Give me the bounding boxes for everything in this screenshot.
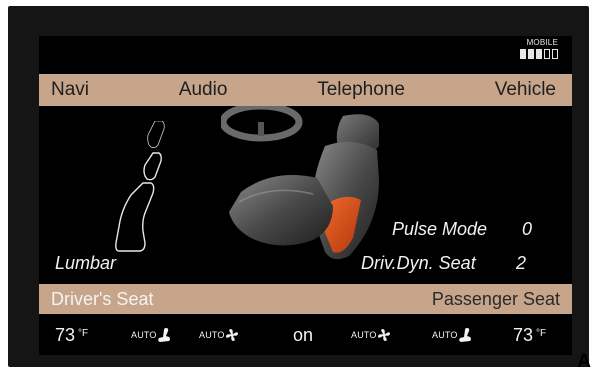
left-temp-value: 73 xyxy=(55,324,76,345)
lumbar-label: Lumbar xyxy=(55,253,117,273)
seat-heat-icon xyxy=(157,328,170,342)
signal-bar-1 xyxy=(520,49,526,59)
right-fan-auto[interactable]: AUTO xyxy=(351,328,391,342)
main-menu-bar: Navi Audio Telephone Vehicle xyxy=(39,74,572,106)
right-temperature[interactable]: 73 °F xyxy=(513,325,546,346)
pulse-mode-value: 0 xyxy=(522,219,533,239)
figure-label: A xyxy=(577,351,591,372)
left-seat-heat-auto[interactable]: AUTO xyxy=(131,327,171,343)
passenger-seat-tab[interactable]: Passenger Seat xyxy=(432,289,560,310)
signal-bar-3 xyxy=(536,49,542,59)
pulse-mode-label: Pulse Mode xyxy=(392,219,488,239)
drivers-seat-tab[interactable]: Driver's Seat xyxy=(51,289,153,310)
mobile-signal-indicator: MOBILE xyxy=(502,38,558,59)
signal-bars xyxy=(502,49,558,59)
seat-heat-icon xyxy=(458,328,471,342)
seat-render-icon xyxy=(221,106,379,260)
seat-visualization: Lumbar Pulse Mode 0 Driv.Dyn. Seat 2 xyxy=(39,106,572,284)
fan-icon xyxy=(225,329,238,341)
climate-bar: 73 °F AUTO AUTO on AUTO AUTO 73 °F xyxy=(39,318,572,352)
right-temp-unit: °F xyxy=(536,327,547,339)
left-temp-unit: °F xyxy=(78,327,89,339)
right-seat-auto-label: AUTO xyxy=(432,330,458,340)
climate-on-text: on xyxy=(293,324,314,345)
driv-dyn-seat-value: 2 xyxy=(516,253,527,273)
right-seat-heat-auto[interactable]: AUTO xyxy=(432,327,472,343)
display-screen: MOBILE Navi Audio Telephone Vehicle Lumb… xyxy=(39,36,572,355)
signal-bar-2 xyxy=(528,49,534,59)
driv-dyn-seat-label: Driv.Dyn. Seat xyxy=(361,253,476,273)
menu-telephone[interactable]: Telephone xyxy=(317,79,405,101)
left-fan-auto[interactable]: AUTO xyxy=(199,328,239,342)
signal-bar-4 xyxy=(544,49,550,59)
right-temp-value: 73 xyxy=(513,324,534,345)
fan-icon xyxy=(377,329,390,341)
left-temperature[interactable]: 73 °F xyxy=(55,325,88,346)
signal-bar-5 xyxy=(552,49,558,59)
seat-selection-bar: Driver's Seat Passenger Seat xyxy=(39,284,572,314)
left-seat-auto-label: AUTO xyxy=(131,330,157,340)
left-fan-auto-label: AUTO xyxy=(199,330,225,340)
right-fan-auto-label: AUTO xyxy=(351,330,377,340)
menu-navi[interactable]: Navi xyxy=(51,79,89,101)
lumbar-support-gauge-icon xyxy=(115,121,165,252)
menu-audio[interactable]: Audio xyxy=(179,79,228,101)
menu-vehicle[interactable]: Vehicle xyxy=(495,79,556,101)
mobile-label: MOBILE xyxy=(526,38,558,47)
climate-on-status[interactable]: on xyxy=(293,325,313,346)
